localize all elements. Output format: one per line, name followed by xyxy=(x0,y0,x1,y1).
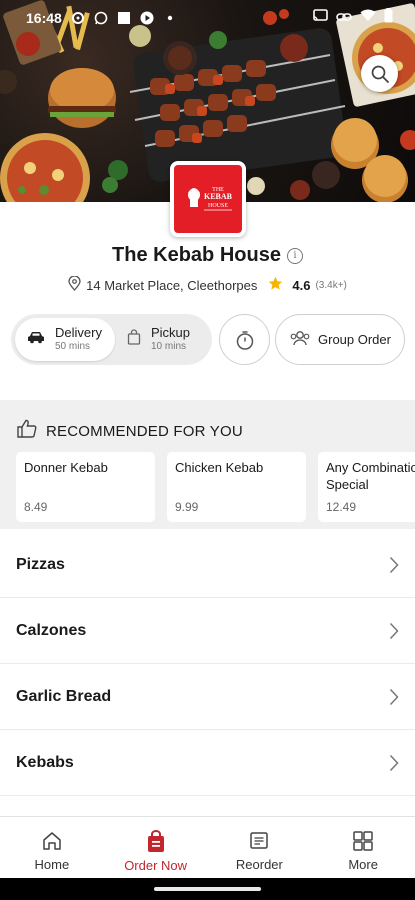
order-mode-toggle: Delivery 50 mins Pickup 10 mins xyxy=(11,314,212,365)
restaurant-meta: 14 Market Place, Cleethorpes 4.6 (3.4k+) xyxy=(0,275,415,294)
logo-text-sub: HOUSE xyxy=(208,203,228,209)
category-label: Kebabs xyxy=(16,753,74,771)
battery-icon xyxy=(384,8,393,28)
cast-icon xyxy=(313,9,328,27)
nav-label: Order Now xyxy=(124,858,188,873)
recommended-item-name: Any Combination Special xyxy=(326,460,415,492)
info-icon[interactable]: i xyxy=(286,247,303,264)
restaurant-logo: THE KEBAB HOUSE xyxy=(170,161,246,237)
recommended-section: RECOMMENDED FOR YOU Donner Kebab 8.49 Ch… xyxy=(0,400,415,529)
wifi-icon xyxy=(360,9,376,27)
settings-icon xyxy=(71,11,85,25)
dot-icon xyxy=(163,11,177,25)
link-icon xyxy=(336,9,352,27)
location-pin-icon xyxy=(68,275,81,294)
search-icon xyxy=(371,65,389,83)
chevron-right-icon xyxy=(389,622,399,639)
recommended-card[interactable]: Donner Kebab 8.49 xyxy=(16,452,155,522)
status-time: 16:48 xyxy=(26,10,62,26)
nav-order-now[interactable]: Order Now xyxy=(104,817,208,878)
bottom-navigation: Home Order Now Reorder More xyxy=(0,816,415,878)
grid-icon xyxy=(353,831,373,851)
recommended-item-price: 9.99 xyxy=(175,500,199,514)
category-label: Pizzas xyxy=(16,555,65,573)
nav-more[interactable]: More xyxy=(311,817,415,878)
nav-reorder[interactable]: Reorder xyxy=(208,817,312,878)
system-gesture-bar xyxy=(0,878,415,900)
group-icon xyxy=(289,330,311,349)
schedule-button[interactable] xyxy=(219,314,270,365)
bag-icon xyxy=(127,329,141,350)
pickup-label: Pickup xyxy=(151,325,191,341)
delivery-label: Delivery xyxy=(55,325,102,341)
nav-home[interactable]: Home xyxy=(0,817,104,878)
car-icon xyxy=(27,330,45,349)
star-icon xyxy=(268,276,283,294)
rating-value: 4.6 xyxy=(292,277,311,293)
play-icon xyxy=(140,11,154,25)
logo-text-main: KEBAB xyxy=(204,192,233,201)
category-row-pizzas[interactable]: Pizzas xyxy=(0,532,415,598)
thumbs-up-icon xyxy=(17,419,37,443)
recommended-item-name: Donner Kebab xyxy=(24,460,108,475)
restaurant-name: The Kebab House xyxy=(112,244,281,266)
category-row-calzones[interactable]: Calzones xyxy=(0,598,415,664)
nav-label: More xyxy=(348,857,378,872)
pickup-time: 10 mins xyxy=(151,341,187,353)
receipt-icon xyxy=(250,832,269,849)
whatsapp-icon xyxy=(94,11,108,25)
home-gesture-handle[interactable] xyxy=(154,887,261,891)
chevron-right-icon xyxy=(389,556,399,573)
category-row-garlic-bread[interactable]: Garlic Bread xyxy=(0,664,415,730)
nav-label: Home xyxy=(34,857,70,872)
category-row-kebabs[interactable]: Kebabs xyxy=(0,730,415,796)
pickup-option[interactable]: Pickup 10 mins xyxy=(115,318,208,361)
home-icon xyxy=(43,832,61,850)
chevron-right-icon xyxy=(389,688,399,705)
category-label: Garlic Bread xyxy=(16,687,112,705)
chevron-right-icon xyxy=(389,754,399,771)
delivery-option[interactable]: Delivery 50 mins xyxy=(15,318,115,361)
recommended-item-name: Chicken Kebab xyxy=(175,460,264,475)
restaurant-address: 14 Market Place, Cleethorpes xyxy=(86,277,258,293)
recommended-card[interactable]: Any Combination Special 12.49 xyxy=(318,452,415,522)
nav-label: Reorder xyxy=(235,857,283,872)
search-button[interactable] xyxy=(361,55,398,92)
order-bag-icon xyxy=(147,830,164,852)
category-label: Calzones xyxy=(16,621,87,639)
group-order-button[interactable]: Group Order xyxy=(275,314,405,365)
timer-icon xyxy=(236,330,253,350)
recommended-item-price: 12.49 xyxy=(326,500,357,514)
status-bar: 16:48 xyxy=(0,0,415,36)
delivery-time: 50 mins xyxy=(55,341,91,353)
group-order-label: Group Order xyxy=(318,332,391,347)
recommended-item-price: 8.49 xyxy=(24,500,48,514)
restaurant-header: The Kebab House i xyxy=(0,244,415,267)
rating-count: (3.4k+) xyxy=(315,279,347,291)
recommended-card[interactable]: Chicken Kebab 9.99 xyxy=(167,452,306,522)
square-icon xyxy=(117,11,131,25)
chef-icon xyxy=(188,188,200,207)
recommended-title: RECOMMENDED FOR YOU xyxy=(46,422,243,440)
